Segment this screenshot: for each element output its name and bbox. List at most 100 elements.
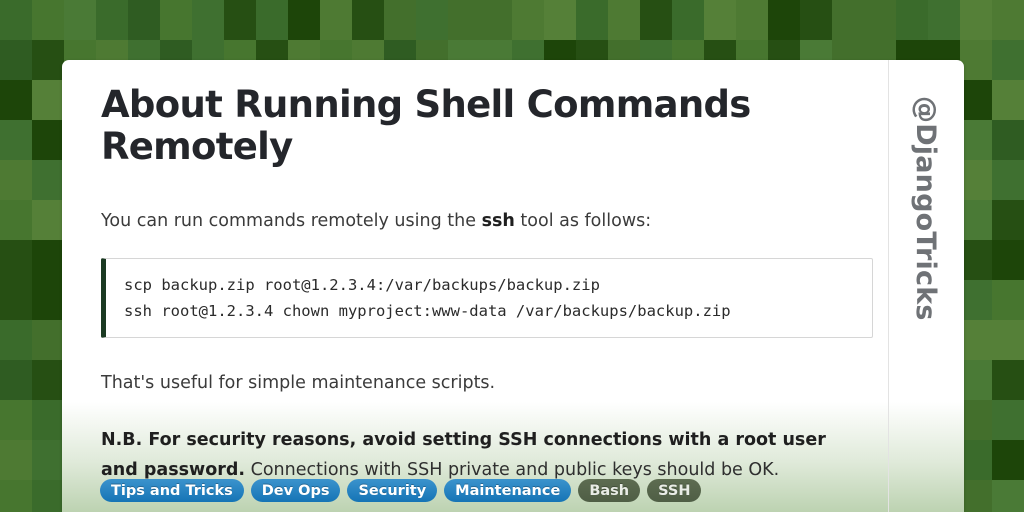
background-tile	[0, 40, 32, 80]
lead-text-before: You can run commands remotely using the	[101, 211, 482, 231]
article-card-main-column: About Running Shell Commands Remotely Yo…	[62, 60, 888, 512]
background-tile	[960, 80, 992, 120]
background-tile	[992, 200, 1024, 240]
background-tile	[512, 0, 544, 40]
background-tile	[160, 0, 192, 40]
background-tile	[32, 0, 64, 40]
background-tile	[960, 0, 992, 40]
tag-maintenance[interactable]: Maintenance	[444, 479, 572, 502]
mid-paragraph: That's useful for simple maintenance scr…	[101, 373, 496, 393]
background-tile	[96, 0, 128, 40]
background-tile	[32, 240, 64, 280]
background-tile	[448, 0, 480, 40]
background-tile	[32, 120, 64, 160]
article-card: About Running Shell Commands Remotely Yo…	[62, 60, 964, 512]
background-tile	[992, 400, 1024, 440]
background-tile	[288, 0, 320, 40]
background-tile	[992, 320, 1024, 360]
background-tile	[0, 160, 32, 200]
background-tile	[960, 280, 992, 320]
background-tile	[960, 40, 992, 80]
background-tile	[992, 360, 1024, 400]
background-tile	[992, 120, 1024, 160]
background-tile	[864, 0, 896, 40]
sidebar-handle-column: @DjangoTricks	[889, 60, 964, 512]
background-tile	[0, 360, 32, 400]
background-tile	[992, 440, 1024, 480]
background-tile	[256, 0, 288, 40]
background-tile	[416, 0, 448, 40]
background-tile	[736, 0, 768, 40]
page-title: About Running Shell Commands Remotely	[101, 83, 751, 168]
background-tile	[32, 160, 64, 200]
background-tile	[0, 200, 32, 240]
background-tile	[992, 80, 1024, 120]
background-tile	[576, 0, 608, 40]
background-tile	[992, 160, 1024, 200]
background-tile	[32, 440, 64, 480]
lead-text-after: tool as follows:	[514, 211, 652, 231]
background-tile	[320, 0, 352, 40]
background-tile	[0, 480, 32, 512]
note-rest-text: Connections with SSH private and public …	[245, 460, 780, 480]
tag-ssh[interactable]: SSH	[647, 479, 702, 502]
background-tile	[0, 80, 32, 120]
code-block-text: scp backup.zip root@1.2.3.4:/var/backups…	[124, 276, 731, 320]
site-handle: @DjangoTricks	[909, 96, 941, 321]
background-tile	[960, 240, 992, 280]
tag-bash[interactable]: Bash	[578, 479, 641, 502]
tag-security[interactable]: Security	[347, 479, 438, 502]
background-tile	[544, 0, 576, 40]
tag-dev-ops[interactable]: Dev Ops	[250, 479, 341, 502]
background-tile	[704, 0, 736, 40]
background-tile	[32, 80, 64, 120]
background-tile	[992, 40, 1024, 80]
background-tile	[32, 480, 64, 512]
background-tile	[640, 0, 672, 40]
background-tile	[960, 200, 992, 240]
background-tile	[352, 0, 384, 40]
background-tile	[928, 0, 960, 40]
background-tile	[672, 0, 704, 40]
background-tile	[32, 360, 64, 400]
background-tile	[960, 360, 992, 400]
background-tile	[832, 0, 864, 40]
tag-tips-and-tricks[interactable]: Tips and Tricks	[100, 479, 244, 502]
article-content: About Running Shell Commands Remotely Yo…	[62, 60, 888, 485]
background-tile	[0, 280, 32, 320]
background-tile	[992, 0, 1024, 40]
background-tile	[0, 400, 32, 440]
background-tile	[992, 240, 1024, 280]
background-tile	[32, 280, 64, 320]
note-paragraph: N.B. For security reasons, avoid setting…	[101, 425, 861, 485]
lead-paragraph: You can run commands remotely using the …	[101, 206, 861, 236]
background-tile	[0, 240, 32, 280]
lead-text-bold: ssh	[481, 211, 515, 231]
background-tile	[32, 40, 64, 80]
background-tile	[960, 120, 992, 160]
background-tile	[224, 0, 256, 40]
background-tile	[32, 200, 64, 240]
background-tile	[768, 0, 800, 40]
background-tile	[480, 0, 512, 40]
background-tile	[0, 320, 32, 360]
background-tile	[32, 320, 64, 360]
background-tile	[960, 160, 992, 200]
code-block: scp backup.zip root@1.2.3.4:/var/backups…	[101, 258, 873, 338]
background-tile	[384, 0, 416, 40]
background-tile	[960, 320, 992, 360]
background-tile	[960, 400, 992, 440]
background-tile	[0, 440, 32, 480]
background-tile	[64, 0, 96, 40]
background-tile	[960, 480, 992, 512]
background-tile	[192, 0, 224, 40]
background-tile	[800, 0, 832, 40]
background-tile	[960, 440, 992, 480]
background-tile	[0, 0, 32, 40]
background-tile	[992, 480, 1024, 512]
background-tile	[896, 0, 928, 40]
tag-list: Tips and Tricks Dev Ops Security Maintenanc…	[100, 479, 702, 502]
background-tile	[992, 280, 1024, 320]
background-tile	[0, 120, 32, 160]
background-tile	[32, 400, 64, 440]
